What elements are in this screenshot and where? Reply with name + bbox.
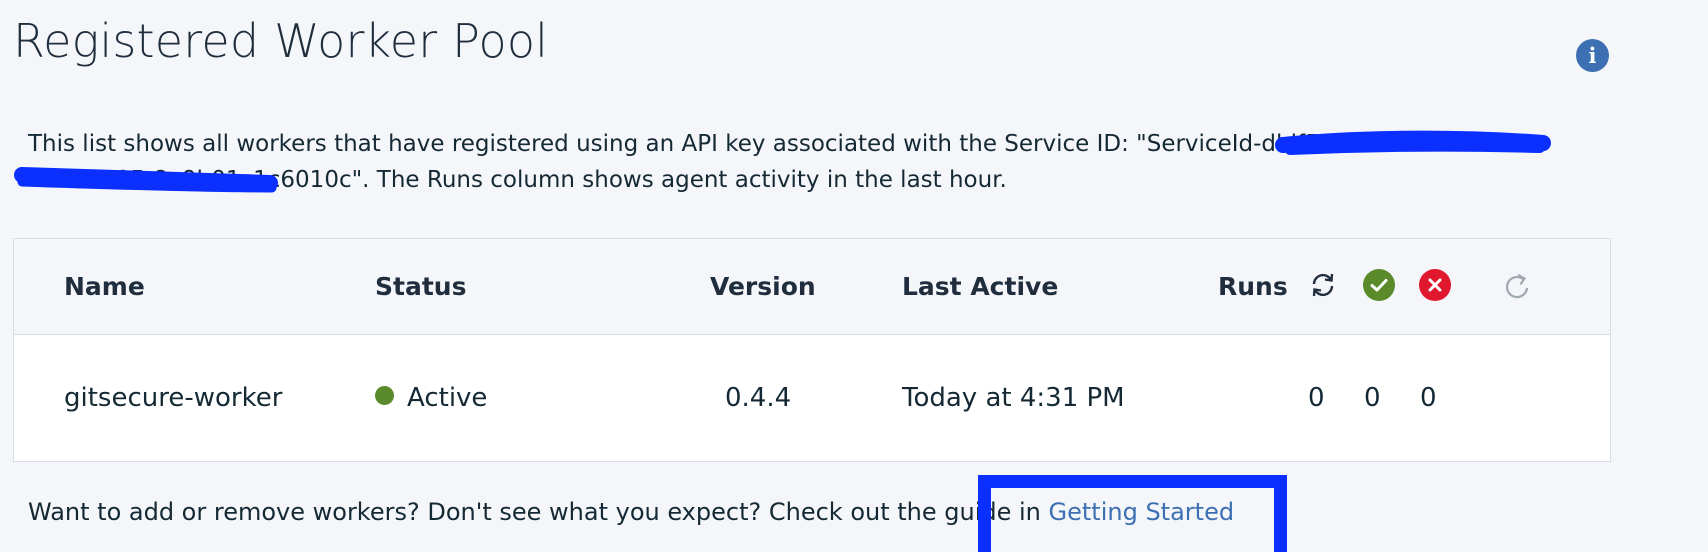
footer-help-text: Want to add or remove workers? Don't see… — [28, 494, 1234, 530]
description-redacted-2: b595-8a9b01c1c6010 — [86, 167, 339, 193]
info-icon[interactable]: i — [1576, 39, 1609, 72]
worker-status-label: Active — [407, 383, 488, 413]
worker-status: Active — [375, 335, 487, 461]
worker-last-active: Today at 4:31 PM — [902, 383, 1125, 413]
column-header-status[interactable]: Status — [375, 239, 466, 335]
getting-started-link[interactable]: Getting Started — [1049, 498, 1235, 526]
column-header-runs[interactable]: Runs — [1218, 239, 1288, 335]
column-header-version[interactable]: Version — [710, 239, 816, 335]
description-part1: This list shows all workers that have re… — [28, 131, 1277, 157]
worker-pool-page: Registered Worker Pool i This list shows… — [0, 0, 1708, 552]
description-text: This list shows all workers that have re… — [28, 126, 1528, 198]
workers-table: Name Status Version Last Active Runs git… — [13, 238, 1611, 462]
footer-text: Want to add or remove workers? Don't see… — [28, 498, 1049, 526]
refresh-icon[interactable] — [1502, 271, 1534, 303]
worker-version: 0.4.4 — [725, 383, 792, 413]
status-active-dot — [375, 386, 394, 405]
runs-in-progress-count: 0 — [1308, 383, 1325, 413]
description-part2: c". The Runs column shows agent activity… — [338, 167, 1007, 193]
column-header-last-active[interactable]: Last Active — [902, 239, 1058, 335]
runs-failed-count: 0 — [1420, 383, 1437, 413]
column-header-name[interactable]: Name — [64, 239, 145, 335]
error-icon — [1419, 269, 1451, 301]
runs-succeeded-count: 0 — [1364, 383, 1381, 413]
success-icon — [1363, 269, 1395, 301]
sync-icon — [1307, 269, 1339, 301]
table-header: Name Status Version Last Active Runs — [14, 239, 1610, 335]
worker-name: gitsecure-worker — [64, 383, 283, 413]
page-title: Registered Worker Pool — [13, 14, 549, 68]
